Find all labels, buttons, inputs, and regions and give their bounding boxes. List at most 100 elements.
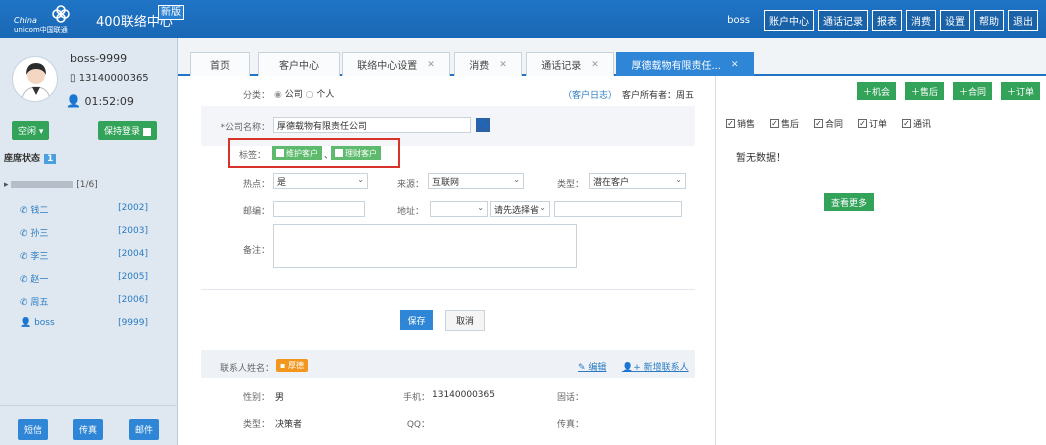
chevron-down-icon: ⌄	[675, 175, 682, 184]
fax-button[interactable]: 传真	[73, 419, 104, 440]
filter-contract[interactable]: ✓ 合同	[814, 117, 843, 130]
paw-search-icon[interactable]: 🐾	[476, 118, 490, 132]
agent-item[interactable]: ✆ 赵一 [2005]	[20, 272, 148, 285]
notes-textarea[interactable]	[273, 224, 577, 268]
agent-item[interactable]: 👤 boss [9999]	[20, 318, 148, 328]
add-opportunity-button[interactable]: ＋机会	[857, 82, 897, 100]
new-contact-link[interactable]: 👤+ 新增联系人	[622, 360, 689, 373]
help-button[interactable]: 帮助	[974, 10, 1004, 31]
svg-text:unicom中国联通: unicom中国联通	[14, 25, 68, 34]
close-icon[interactable]: ✕	[427, 60, 435, 70]
consumption-button[interactable]: 消费	[906, 10, 936, 31]
edit-contact-link[interactable]: ✎ 编辑	[578, 360, 606, 373]
agent-item[interactable]: ✆ 钱二 [2002]	[20, 203, 148, 216]
address-detail-input[interactable]	[554, 201, 682, 217]
settings-button[interactable]: 设置	[940, 10, 970, 31]
sms-button[interactable]: 短信	[18, 419, 49, 440]
agent-group[interactable]: ▸ [1/6]	[4, 180, 98, 190]
gender-value: 男	[275, 393, 285, 403]
customer-log-link[interactable]: （客户日志）	[563, 88, 617, 101]
keep-login-toggle[interactable]: 保持登录	[98, 121, 157, 140]
checkbox-checked-icon: ✓	[770, 119, 779, 128]
source-select[interactable]: 互联网 ⌄	[428, 173, 524, 189]
agent-item[interactable]: ✆ 孙三 [2003]	[20, 226, 148, 239]
checkbox-checked-icon: ✓	[726, 119, 735, 128]
category-radio-group: ◉ 公司 ○ 个人	[274, 90, 335, 100]
tab-call-records[interactable]: 通话记录 ✕	[526, 52, 614, 76]
close-icon[interactable]: ✕	[499, 60, 507, 70]
province-select[interactable]: ⌄	[430, 201, 488, 217]
chevron-down-icon: ⌄	[513, 175, 520, 184]
form-divider	[201, 289, 695, 290]
call-records-button[interactable]: 通话记录	[818, 10, 868, 31]
phone-icon: ✆	[20, 206, 31, 216]
sidebar-footer: 短信 传真 邮件	[0, 405, 178, 445]
tab-bar: 首页 客户中心 联络中心设置 ✕ 消费 ✕ 通话记录 ✕ 厚德载物有限责任... ✕	[178, 38, 1046, 76]
add-user-icon: 👤+	[622, 363, 644, 373]
type-select[interactable]: 潜在客户 ⌄	[589, 173, 686, 189]
close-icon[interactable]: ✕	[731, 60, 739, 70]
gender-label: 性别：	[242, 393, 270, 403]
tab-contact-center-settings[interactable]: 联络中心设置 ✕	[342, 52, 450, 76]
dot-icon: ▪	[280, 361, 288, 370]
plus-icon: ＋	[959, 87, 969, 98]
filter-after-sales[interactable]: ✓ 售后	[770, 117, 799, 130]
add-after-sales-button[interactable]: ＋售后	[905, 82, 945, 100]
contact-name-badge[interactable]: ▪ 厚德	[276, 359, 308, 372]
city-select[interactable]: 请先选择省 ⌄	[490, 201, 550, 217]
contact-name-label: 联系人姓名：	[219, 364, 274, 374]
caret-down-icon: ▾	[38, 127, 44, 137]
checkbox-icon	[142, 127, 151, 136]
phone-icon: ✆	[20, 298, 31, 308]
edit-icon: ✎	[578, 363, 589, 373]
seat-status-heading: 座席状态 1	[4, 151, 57, 164]
avatar	[12, 56, 58, 102]
reports-button[interactable]: 报表	[872, 10, 902, 31]
company-name-input[interactable]: 厚德载物有限责任公司	[273, 117, 471, 133]
phone-icon: ✆	[20, 229, 31, 239]
save-button[interactable]: 保存	[400, 310, 433, 330]
new-version-badge: 新版	[158, 5, 184, 20]
filter-communication[interactable]: ✓ 通讯	[902, 117, 931, 130]
account-center-button[interactable]: 账户中心	[764, 10, 814, 31]
phone-icon: ✆	[20, 252, 31, 262]
status-dropdown[interactable]: 空闲 ▾	[12, 121, 50, 140]
radio-person[interactable]: ○	[306, 90, 314, 100]
email-button[interactable]: 邮件	[129, 419, 160, 440]
agent-item[interactable]: ✆ 李三 [2004]	[20, 249, 148, 262]
hot-select[interactable]: 是 ⌄	[273, 173, 368, 189]
tab-customer-center[interactable]: 客户中心	[258, 52, 340, 76]
user-name: boss-9999	[70, 52, 128, 65]
mobile-icon: ▯	[70, 73, 79, 84]
landline-label: 固话：	[556, 393, 584, 403]
logout-button[interactable]: 退出	[1008, 10, 1038, 31]
customer-owner: 客户所有者：周五	[622, 91, 695, 101]
user-phone: ▯ 13140000365	[70, 73, 149, 84]
cancel-button[interactable]: 取消	[445, 310, 485, 331]
filter-sales[interactable]: ✓ 销售	[726, 117, 755, 130]
call-timer: 👤 01:52:09	[66, 94, 134, 108]
tab-consumption[interactable]: 消费 ✕	[454, 52, 522, 76]
checkbox-checked-icon: ✓	[814, 119, 823, 128]
china-unicom-logo: China unicom中国联通	[14, 5, 70, 34]
filter-order[interactable]: ✓ 订单	[858, 117, 887, 130]
mobile-label: 手机：	[402, 393, 430, 403]
radio-company[interactable]: ◉	[274, 90, 282, 100]
tab-customer-detail[interactable]: 厚德载物有限责任... ✕	[616, 52, 754, 76]
agent-item[interactable]: ✆ 周五 [2006]	[20, 295, 148, 308]
zip-label: 邮编：	[242, 207, 270, 217]
top-username: boss	[727, 15, 750, 26]
type-label: 类型：	[556, 180, 584, 190]
add-contract-button[interactable]: ＋合同	[953, 82, 993, 100]
phone-icon: ✆	[20, 275, 31, 285]
view-more-button[interactable]: 查看更多	[824, 193, 874, 211]
tab-home[interactable]: 首页	[190, 52, 250, 76]
close-icon[interactable]: ✕	[591, 60, 599, 70]
company-name-label: *公司名称：	[220, 123, 270, 133]
add-order-button[interactable]: ＋订单	[1001, 82, 1041, 100]
redacted-group-name	[11, 181, 74, 188]
top-header-bar: China unicom中国联通 400联络中心 新版 boss 账户中心 通话…	[0, 0, 1046, 38]
zip-input[interactable]	[273, 201, 365, 217]
sidebar: boss-9999 ▯ 13140000365 👤 01:52:09 空闲 ▾ …	[0, 38, 178, 445]
person-icon: 👤	[20, 318, 35, 328]
